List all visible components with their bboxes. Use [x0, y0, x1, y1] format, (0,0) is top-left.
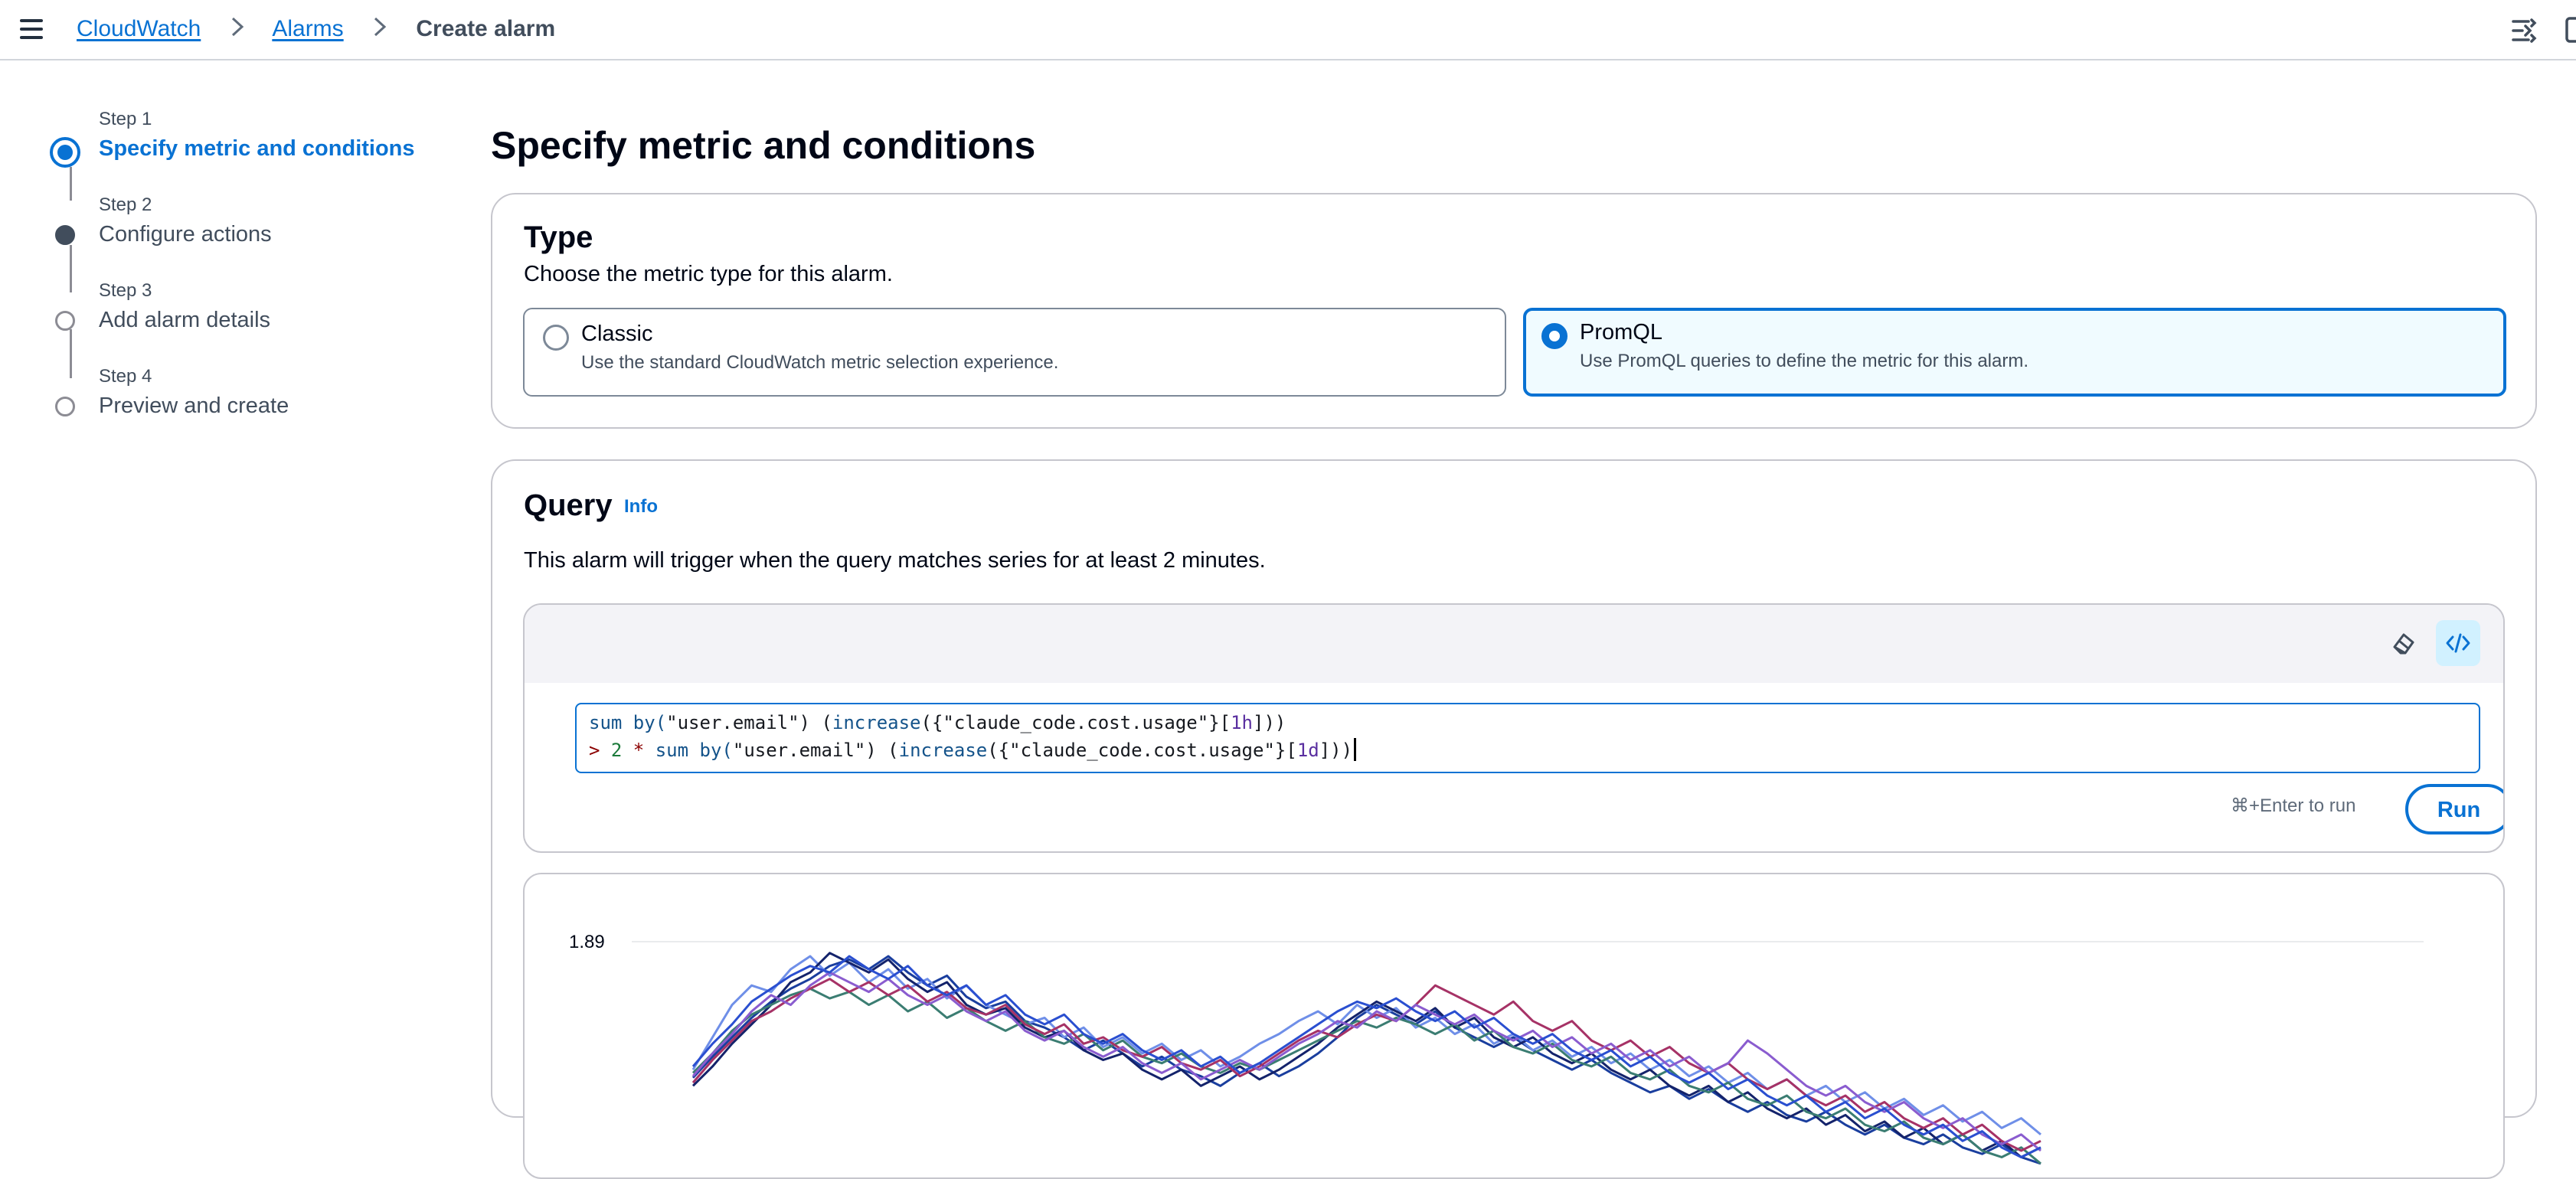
series-line-2[interactable] — [691, 955, 2042, 1136]
eraser-icon[interactable] — [2381, 620, 2425, 666]
step-pending-indicator-icon — [55, 397, 75, 416]
run-button[interactable]: Run — [2405, 784, 2503, 834]
text-cursor — [1354, 738, 1357, 761]
classic-radio-button[interactable] — [543, 325, 569, 351]
code-token: 1d — [1296, 740, 1319, 761]
breadcrumb-link-alarms[interactable]: Alarms — [272, 16, 343, 41]
query-container: Query Info This alarm will trigger when … — [491, 459, 2537, 1179]
code-line: > 2 * sum by("user.email") (increase({"c… — [589, 736, 2479, 764]
step-connector — [70, 329, 72, 378]
code-token: "claude_code.cost.usage" — [1009, 740, 1275, 761]
tile-description: Use PromQL queries to define the metric … — [1580, 351, 2029, 371]
code-token: "user.email" — [732, 740, 866, 761]
code-token: sum by( — [589, 712, 667, 733]
type-description: Choose the metric type for this alarm. — [524, 262, 893, 286]
breadcrumb-link-cloudwatch[interactable]: CloudWatch — [77, 16, 201, 41]
step-number: Step 1 — [99, 109, 152, 129]
promql-radio-button[interactable] — [1541, 323, 1568, 349]
code-token: ) ( — [865, 740, 899, 761]
step-complete-indicator-icon — [55, 225, 75, 245]
metric-type-tile-classic[interactable]: Classic Use the standard CloudWatch metr… — [523, 308, 1506, 397]
metric-type-tile-promql[interactable]: PromQL Use PromQL queries to define the … — [1523, 308, 2506, 397]
step-connector — [70, 245, 72, 292]
series-line-6[interactable] — [691, 971, 2042, 1152]
step-title[interactable]: Add alarm details — [99, 308, 270, 333]
code-token: "user.email" — [666, 712, 799, 733]
code-token: 2 — [610, 740, 623, 761]
y-tick-label: 1.89 — [569, 932, 605, 952]
code-token: }[ — [1274, 740, 1297, 761]
code-token: * — [622, 740, 655, 761]
chevron-right-icon — [230, 16, 244, 44]
breadcrumb: CloudWatch Alarms Create alarm — [77, 15, 555, 44]
split-panel-icon[interactable] — [2509, 15, 2539, 46]
code-token: sum by( — [655, 740, 733, 761]
editor-toolbar — [525, 605, 2503, 683]
line-chart: 1.89 — [569, 932, 2424, 1165]
series-line-1[interactable] — [691, 955, 2042, 1165]
info-link[interactable]: Info — [624, 496, 658, 518]
step-title[interactable]: Configure actions — [99, 222, 272, 247]
code-token: ({ — [987, 740, 1010, 761]
code-token: increase — [832, 712, 921, 733]
code-token: 1h — [1231, 712, 1253, 733]
query-heading: Query — [524, 488, 613, 522]
code-view-icon[interactable] — [2436, 620, 2480, 666]
breadcrumb-current: Create alarm — [416, 16, 556, 41]
query-code-input[interactable]: sum by("user.email") (increase({"claude_… — [575, 703, 2480, 773]
query-results-chart: 1.89 — [523, 873, 2505, 1179]
series-line-7[interactable] — [691, 955, 2042, 1158]
code-token: increase — [898, 740, 988, 761]
promql-query-editor: sum by("user.email") (increase({"claude_… — [523, 603, 2505, 853]
code-line: sum by("user.email") (increase({"claude_… — [589, 709, 2479, 736]
step-current-indicator-icon — [50, 137, 80, 168]
hamburger-menu-icon[interactable] — [20, 19, 43, 39]
code-token: ({ — [920, 712, 943, 733]
query-description: This alarm will trigger when the query m… — [524, 548, 1266, 573]
tile-description: Use the standard CloudWatch metric selec… — [581, 352, 1059, 373]
code-token: ])) — [1319, 740, 1353, 761]
type-heading: Type — [524, 220, 593, 254]
step-connector — [70, 167, 72, 201]
series-line-4[interactable] — [691, 987, 2042, 1165]
top-navigation: CloudWatch Alarms Create alarm — [0, 0, 2576, 60]
code-token: > — [589, 740, 611, 761]
step-number: Step 3 — [99, 280, 152, 301]
type-container: Type Choose the metric type for this ala… — [491, 193, 2537, 429]
tile-title: PromQL — [1580, 320, 1662, 345]
code-token: "claude_code.cost.usage" — [943, 712, 1209, 733]
code-token: ])) — [1253, 712, 1286, 733]
code-token: }[ — [1208, 712, 1231, 733]
chevron-right-icon — [373, 16, 387, 44]
run-shortcut-hint: ⌘+Enter to run — [2231, 795, 2356, 816]
code-token: ) ( — [799, 712, 832, 733]
step-title[interactable]: Preview and create — [99, 394, 289, 419]
step-pending-indicator-icon — [55, 311, 75, 331]
step-number: Step 4 — [99, 366, 152, 387]
step-title[interactable]: Specify metric and conditions — [99, 136, 415, 162]
help-panel-icon[interactable] — [2564, 15, 2576, 46]
page-title: Specify metric and conditions — [491, 124, 1036, 167]
step-number: Step 2 — [99, 194, 152, 215]
tile-title: Classic — [581, 322, 653, 346]
